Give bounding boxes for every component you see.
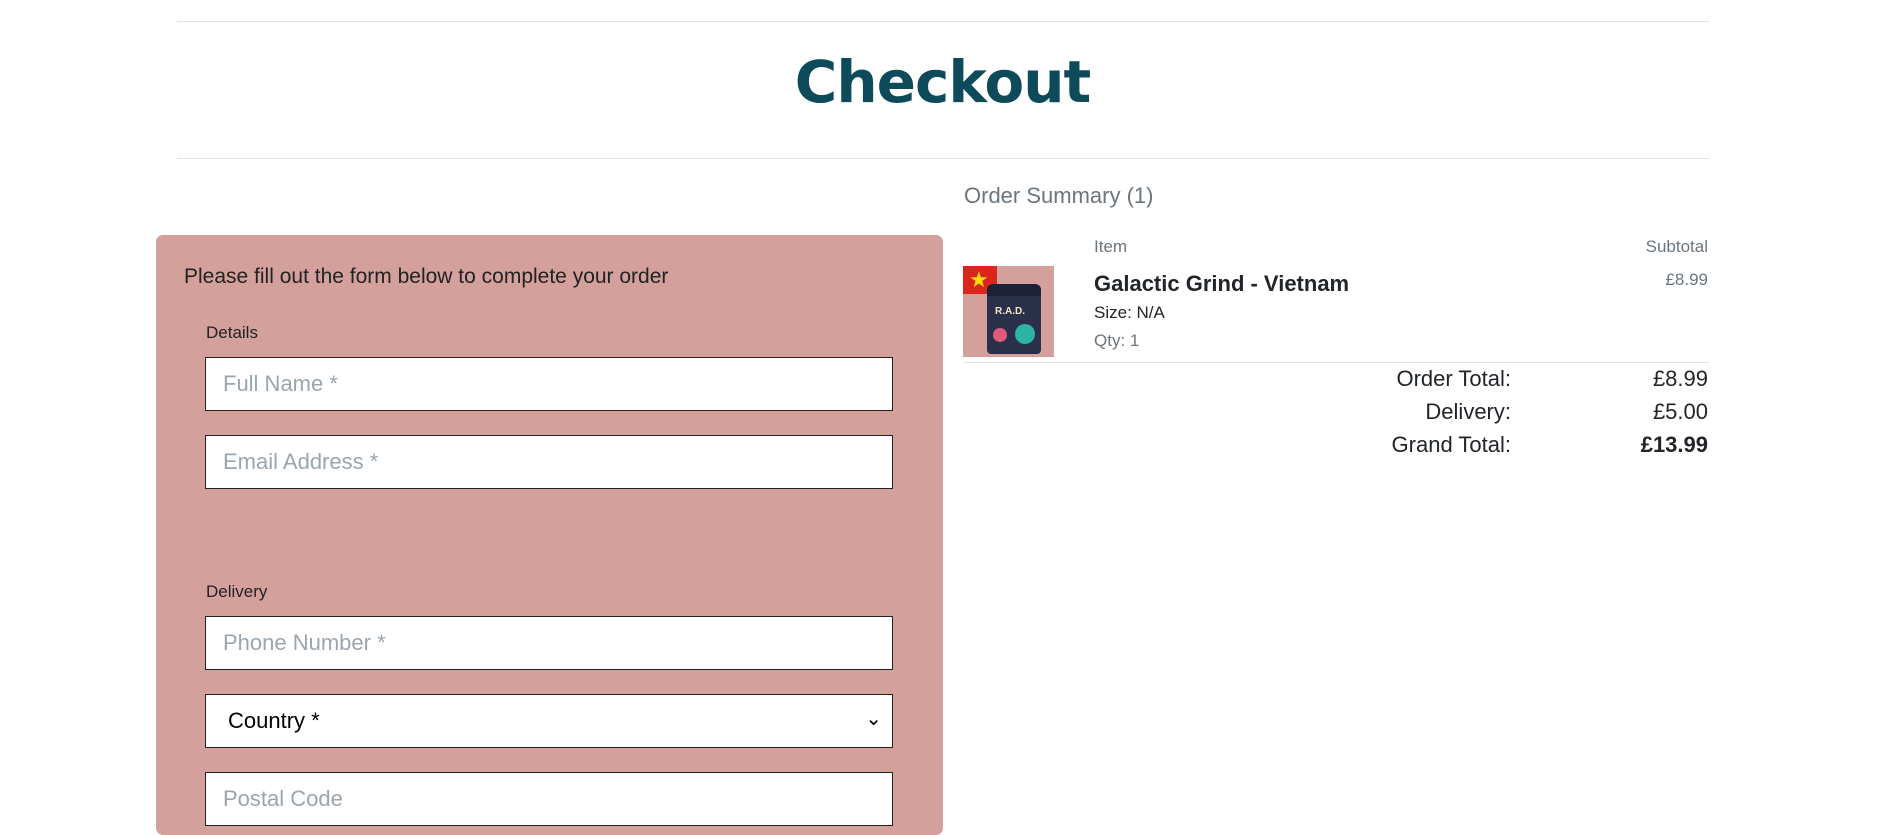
grand-total-label: Grand Total: (1391, 432, 1511, 457)
full-name-input[interactable] (205, 357, 893, 411)
email-input[interactable] (205, 435, 893, 489)
title-divider (177, 158, 1709, 159)
phone-input[interactable] (205, 616, 893, 670)
country-select-value: Country * (228, 708, 320, 733)
delivery-legend: Delivery (206, 582, 268, 601)
grand-total-value: £13.99 (1640, 432, 1708, 457)
checkout-form: Please fill out the form below to comple… (156, 235, 943, 835)
order-total-value: £8.99 (1652, 366, 1708, 391)
order-summary-title: Order Summary (1) (964, 183, 1154, 208)
product-subtotal: £8.99 (1665, 270, 1708, 289)
top-divider (177, 21, 1709, 22)
form-intro-text: Please fill out the form below to comple… (184, 265, 669, 288)
chevron-down-icon: ⌄ (865, 708, 882, 730)
page-title: Checkout (794, 48, 1091, 116)
postal-code-input[interactable] (205, 772, 893, 826)
item-column-header: Item (1094, 237, 1128, 256)
details-legend: Details (206, 323, 258, 342)
delivery-total-value: £5.00 (1652, 399, 1708, 424)
bag-label: R.A.D. (995, 306, 1025, 317)
product-size: Size: N/A (1094, 303, 1165, 322)
coffee-bag-icon: R.A.D. (987, 284, 1041, 354)
subtotal-column-header: Subtotal (1645, 237, 1708, 256)
delivery-total-label: Delivery: (1425, 399, 1511, 424)
summary-divider (964, 362, 1709, 363)
country-select[interactable]: Country * ⌄ (205, 694, 893, 748)
product-qty: Qty: 1 (1094, 331, 1140, 350)
product-image[interactable]: ★ R.A.D. (963, 266, 1054, 357)
order-total-label: Order Total: (1396, 366, 1511, 391)
product-name: Galactic Grind - Vietnam (1094, 271, 1350, 296)
